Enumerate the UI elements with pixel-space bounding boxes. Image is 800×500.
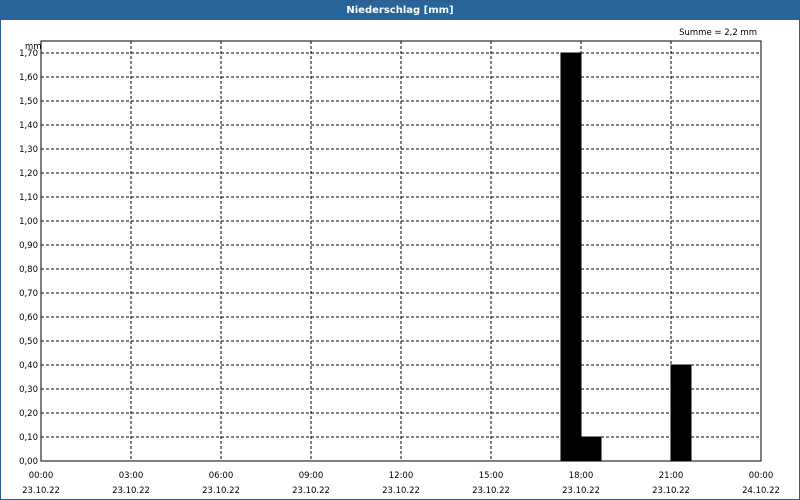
- y-tick-label: 0,20: [19, 409, 38, 419]
- y-tick-label: 1,10: [19, 193, 38, 203]
- y-tick-label: 0,70: [19, 289, 38, 299]
- x-tick-labels: 00:00 23.10.22 03:00 23.10.22 06:00 23.10.22 0…: [22, 471, 780, 496]
- x-tick-time: 03:00: [119, 471, 144, 481]
- x-tick-time: 21:00: [659, 471, 684, 481]
- y-tick-label: 1,50: [19, 97, 38, 107]
- x-tick-time: 06:00: [209, 471, 234, 481]
- y-tick-label: 0,00: [19, 457, 38, 467]
- x-tick-time: 09:00: [299, 471, 324, 481]
- x-tick-time: 15:00: [479, 471, 504, 481]
- chart-title: Niederschlag [mm]: [1, 1, 799, 20]
- x-tick-time: 12:00: [389, 471, 414, 481]
- y-tick-label: 1,60: [19, 73, 38, 83]
- x-tick-date: 23.10.22: [472, 486, 510, 496]
- y-tick-label: 0,60: [19, 313, 38, 323]
- x-tick-date: 23.10.22: [202, 486, 240, 496]
- x-tick-date: 24.10.22: [742, 486, 780, 496]
- x-tick-date: 23.10.22: [112, 486, 150, 496]
- precipitation-bar: [560, 52, 582, 462]
- x-tick-time: 00:00: [29, 471, 54, 481]
- precipitation-bar: [670, 364, 692, 462]
- y-tick-label: 0,50: [19, 337, 38, 347]
- x-tick-date: 23.10.22: [382, 486, 420, 496]
- x-tick-time: 18:00: [569, 471, 594, 481]
- y-tick-label: 0,10: [19, 433, 38, 443]
- y-tick-label: 1,20: [19, 169, 38, 179]
- x-tick-date: 23.10.22: [22, 486, 60, 496]
- x-tick-time: 00:00: [749, 471, 774, 481]
- y-tick-label: 1,40: [19, 121, 38, 131]
- y-tick-label: 1,30: [19, 145, 38, 155]
- x-tick-date: 23.10.22: [562, 486, 600, 496]
- chart-window: Niederschlag [mm] Summe = 2,2 mm mm 0,00…: [0, 0, 800, 500]
- y-tick-label: 0,90: [19, 241, 38, 251]
- y-tick-labels: 0,00 0,10 0,20 0,30 0,40 0,50 0,60 0,70 0,80 0,90…: [19, 49, 38, 467]
- x-tick-date: 23.10.22: [292, 486, 330, 496]
- y-tick-label: 0,40: [19, 361, 38, 371]
- grid-lines: [41, 41, 761, 461]
- sum-label: Summe = 2,2 mm: [679, 28, 757, 38]
- y-tick-label: 0,30: [19, 385, 38, 395]
- y-tick-label: 1,70: [19, 49, 38, 59]
- y-tick-label: 0,80: [19, 265, 38, 275]
- precipitation-chart: Summe = 2,2 mm mm 0,000,100,200,300,400,…: [19, 28, 780, 496]
- x-tick-date: 23.10.22: [652, 486, 690, 496]
- bar-series: [560, 52, 692, 462]
- y-tick-label: 1,00: [19, 217, 38, 227]
- precipitation-bar: [580, 436, 602, 462]
